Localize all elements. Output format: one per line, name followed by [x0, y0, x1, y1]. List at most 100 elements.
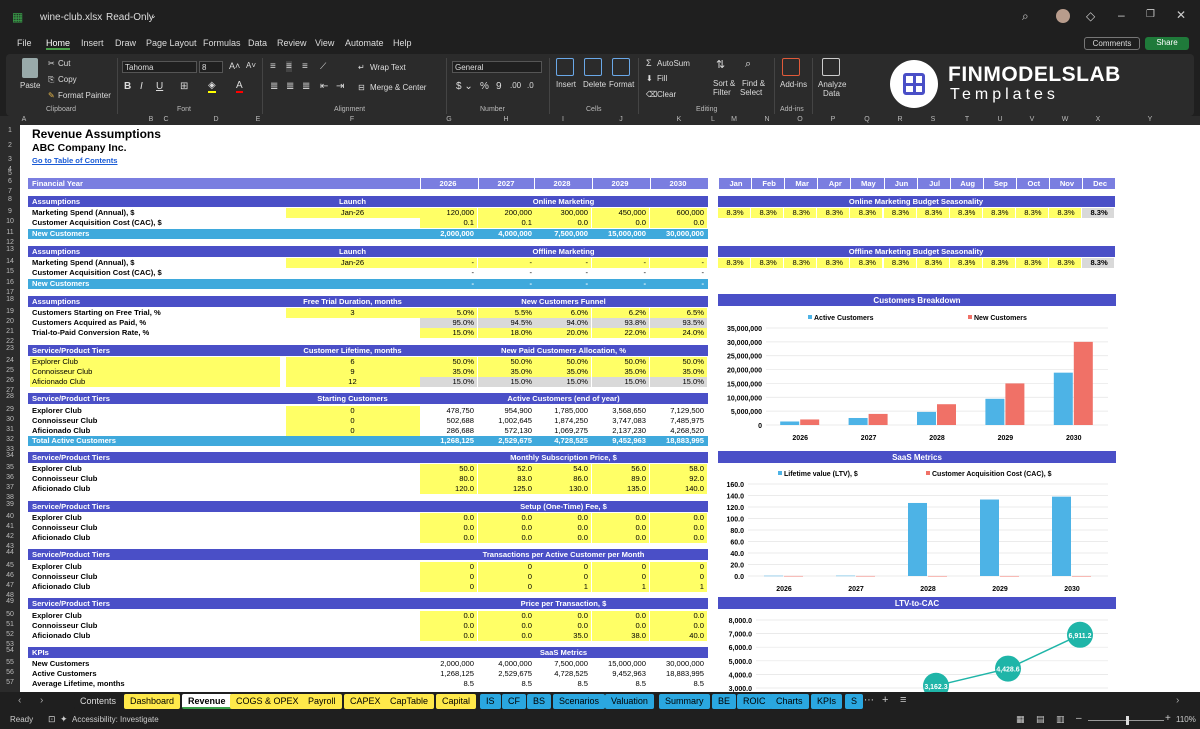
row-header[interactable]: 22: [0, 338, 20, 345]
value-cell[interactable]: 22.0%: [592, 328, 649, 338]
menu-help[interactable]: Help: [393, 38, 412, 48]
italic-icon[interactable]: I: [140, 81, 143, 92]
chevron-down-icon[interactable]: ⌄: [150, 11, 157, 20]
value-cell[interactable]: 38.0: [592, 631, 649, 641]
row-header[interactable]: 28: [0, 393, 20, 400]
row-header[interactable]: 42: [0, 533, 20, 540]
value-cell[interactable]: 0.1: [478, 218, 535, 228]
value-cell[interactable]: 0: [478, 562, 535, 572]
column-header[interactable]: Y: [1144, 116, 1156, 123]
add-sheet-icon[interactable]: +: [882, 694, 888, 706]
value-cell[interactable]: 8.5: [534, 679, 591, 689]
merge-icon[interactable]: ⊟: [358, 83, 365, 92]
value-cell[interactable]: 2,000,000: [420, 659, 477, 669]
row-header[interactable]: 54: [0, 647, 20, 654]
kpi-label[interactable]: Average Lifetime, months: [30, 679, 280, 689]
value-cell[interactable]: 35.0%: [592, 367, 649, 377]
column-header[interactable]: K: [673, 116, 685, 123]
underline-icon[interactable]: U: [156, 81, 163, 92]
section-title[interactable]: Service/Product Tiers: [30, 452, 280, 463]
row-header[interactable]: 12: [0, 239, 20, 246]
value-cell[interactable]: -: [650, 279, 707, 289]
year-header[interactable]: 2029: [592, 178, 648, 189]
row-header[interactable]: 30: [0, 416, 20, 423]
fill-down-icon[interactable]: ⬇: [646, 74, 653, 83]
value-cell[interactable]: 0.0: [420, 621, 477, 631]
bold-icon[interactable]: B: [124, 81, 131, 92]
tier-label[interactable]: Connoisseur Club: [30, 621, 280, 631]
align-center-icon[interactable]: ≣: [286, 81, 294, 92]
value-cell[interactable]: 35.0%: [478, 367, 535, 377]
seasonality-cell[interactable]: 8.3%: [850, 258, 884, 268]
seasonality-title[interactable]: Offline Marketing Budget Seasonality: [718, 246, 1115, 257]
decrease-decimal-icon[interactable]: .0: [527, 81, 534, 90]
close-icon[interactable]: ✕: [1176, 8, 1186, 22]
tier-label[interactable]: Explorer Club: [30, 357, 280, 367]
sheet-tab[interactable]: Charts: [770, 694, 809, 709]
value-cell[interactable]: 0.0: [478, 631, 535, 641]
sheet-tab[interactable]: Revenue: [182, 694, 232, 709]
shrink-font-icon[interactable]: A˅: [246, 61, 256, 70]
row-header[interactable]: 45: [0, 562, 20, 569]
sheet-tab[interactable]: ROIC: [737, 694, 772, 709]
row-header[interactable]: 49: [0, 598, 20, 605]
row-header[interactable]: 11: [0, 229, 20, 236]
sheet-tab[interactable]: S: [845, 694, 864, 709]
format-button[interactable]: Format: [609, 80, 634, 89]
restore-icon[interactable]: ❐: [1146, 9, 1155, 20]
tier-label[interactable]: Connoisseur Club: [30, 416, 280, 426]
tier-label[interactable]: Aficionado Club: [30, 377, 280, 387]
section-heading[interactable]: Monthly Subscription Price, $: [420, 452, 708, 463]
copy-icon[interactable]: ⎘: [48, 75, 54, 85]
fill-color-icon[interactable]: ◈: [208, 80, 216, 93]
seasonality-cell[interactable]: 8.3%: [1015, 258, 1049, 268]
row-header[interactable]: 35: [0, 464, 20, 471]
comments-button[interactable]: Comments: [1084, 37, 1140, 50]
autosum-button[interactable]: AutoSum: [657, 59, 690, 68]
section-title[interactable]: Service/Product Tiers: [30, 549, 280, 560]
table-of-contents-link[interactable]: Go to Table of Contents: [30, 156, 230, 166]
seasonality-cell[interactable]: 8.3%: [916, 208, 950, 218]
value-cell[interactable]: 300,000: [534, 208, 591, 218]
brush-icon[interactable]: ✎: [48, 91, 55, 100]
value-cell[interactable]: -: [420, 268, 477, 278]
column-header[interactable]: N: [761, 116, 773, 123]
tier-label[interactable]: Connoisseur Club: [30, 572, 280, 582]
tier-label[interactable]: Explorer Club: [30, 562, 280, 572]
column-header[interactable]: T: [961, 116, 973, 123]
value-cell[interactable]: 478,750: [420, 406, 477, 416]
value-cell[interactable]: 50.0%: [534, 357, 591, 367]
tier-label[interactable]: Aficionado Club: [30, 582, 280, 592]
select-button[interactable]: Select: [740, 88, 762, 97]
tier-label[interactable]: Explorer Club: [30, 406, 280, 416]
value-cell[interactable]: -: [534, 279, 591, 289]
column-header[interactable]: H: [500, 116, 512, 123]
search-icon[interactable]: ⌕: [1022, 9, 1029, 24]
value-cell[interactable]: 6.5%: [650, 308, 707, 318]
month-header[interactable]: Sep: [982, 178, 1016, 189]
column-header[interactable]: D: [210, 116, 222, 123]
value-cell[interactable]: 95.0%: [420, 318, 477, 328]
value-cell[interactable]: 18.0%: [478, 328, 535, 338]
value-cell[interactable]: 4,728,525: [534, 436, 591, 446]
sheet-tab[interactable]: KPIs: [811, 694, 843, 709]
paste-button[interactable]: Paste: [20, 81, 40, 90]
value-cell[interactable]: 1,268,125: [420, 669, 477, 679]
column-header[interactable]: I: [557, 116, 569, 123]
value-cell[interactable]: 30,000,000: [650, 659, 707, 669]
row-header[interactable]: 40: [0, 513, 20, 520]
add-ins-button[interactable]: Add-ins: [780, 80, 807, 89]
value-cell[interactable]: 1,002,645: [478, 416, 535, 426]
value-cell[interactable]: 5.5%: [478, 308, 535, 318]
value-cell[interactable]: 50.0%: [592, 357, 649, 367]
insert-button[interactable]: Insert: [556, 80, 576, 89]
cut-icon[interactable]: ✂: [48, 59, 55, 68]
seasonality-cell[interactable]: 8.3%: [949, 208, 983, 218]
row-header[interactable]: 10: [0, 218, 20, 225]
column-header[interactable]: V: [1026, 116, 1038, 123]
seasonality-cell[interactable]: 8.3%: [883, 258, 917, 268]
value-cell[interactable]: 0: [478, 572, 535, 582]
find-icon[interactable]: ⌕: [745, 58, 751, 71]
row-header[interactable]: 56: [0, 669, 20, 676]
value-cell[interactable]: 8.5: [478, 679, 535, 689]
